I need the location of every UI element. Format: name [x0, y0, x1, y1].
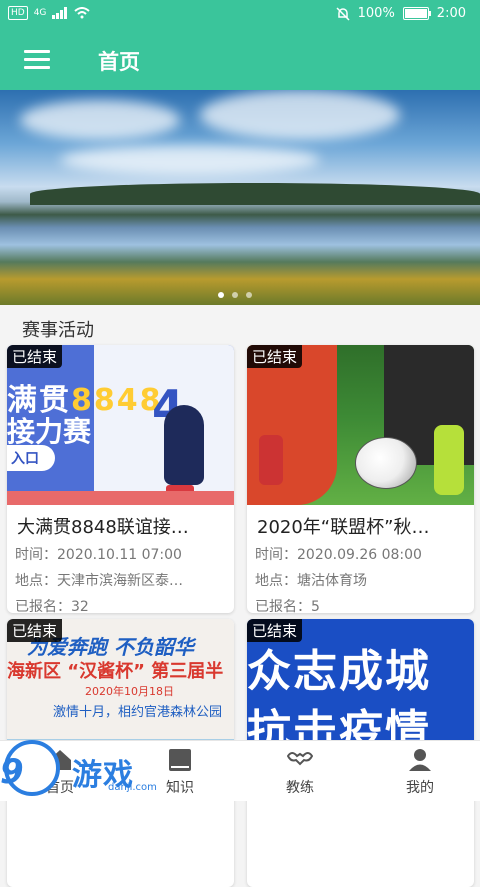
mute-bell-icon [336, 6, 350, 21]
hamburger-menu-icon[interactable] [24, 50, 50, 70]
poster-line: 激情十月，相约官港森林公园 [53, 705, 223, 720]
carousel-dot[interactable] [218, 292, 224, 298]
clock: 2:00 [436, 6, 466, 21]
status-bar: HD 4G 100% 2:00 [0, 0, 480, 30]
event-poster: 已结束 [247, 345, 474, 505]
poster-line: 众志成城 [247, 646, 431, 697]
tab-coach[interactable]: 教练 [240, 741, 360, 801]
status-badge: 已结束 [7, 619, 63, 642]
battery-icon [402, 7, 431, 20]
watermark-domain: danji.com [108, 782, 157, 793]
coach-icon [287, 752, 313, 766]
event-poster: 满贯8848 接力赛 入口 4 已结束 [7, 345, 234, 505]
event-name: 2020年“联盟杯”秋… [257, 517, 430, 538]
banner-hills [30, 183, 480, 205]
event-signup-count: 已报名：32 [15, 599, 89, 613]
watermark-logo: 9 游戏 danji.com [0, 740, 200, 800]
poster-line: 2020年10月18日 [85, 685, 174, 698]
watermark-digits: 9 [0, 752, 24, 792]
poster-line: 海新区 “汉酱杯” 第三届半 [7, 661, 224, 682]
event-signup-count: 已报名：5 [255, 599, 320, 613]
page-title: 首页 [98, 50, 140, 74]
tab-label: 我的 [406, 780, 434, 796]
battery-fill [404, 9, 427, 18]
carousel-dot[interactable] [246, 292, 252, 298]
event-place: 地点：天津市滨海新区泰… [15, 573, 183, 589]
status-badge: 已结束 [247, 345, 303, 368]
carousel-dot[interactable] [232, 292, 238, 298]
wifi-icon [74, 7, 91, 19]
event-card[interactable]: 已结束 2020年“联盟杯”秋… 时间：2020.09.26 08:00 地点：… [247, 345, 474, 613]
banner-carousel[interactable] [0, 90, 480, 305]
signal-icon [52, 7, 68, 19]
event-name: 大满贯8848联谊接… [17, 517, 189, 538]
event-time: 时间：2020.09.26 08:00 [255, 547, 422, 563]
app-bar: 首页 [0, 30, 480, 90]
poster-subtitle: 接力赛 [7, 415, 92, 448]
status-badge: 已结束 [247, 619, 303, 642]
event-card[interactable]: 满贯8848 接力赛 入口 4 已结束 大满贯8848联谊接… 时间：2020.… [7, 345, 234, 613]
poster-entry-button: 入口 [7, 445, 55, 471]
event-place: 地点：塘沽体育场 [255, 573, 367, 589]
status-badge: 已结束 [7, 345, 63, 368]
carousel-indicator [218, 292, 252, 298]
tab-label: 教练 [286, 780, 314, 796]
soccer-ball [355, 437, 417, 489]
runner-figure [164, 405, 204, 485]
battery-percent: 100% [357, 6, 395, 21]
event-time: 时间：2020.10.11 07:00 [15, 547, 182, 563]
user-icon [409, 749, 431, 771]
section-title: 赛事活动 [22, 320, 94, 341]
network-type: 4G [33, 8, 47, 18]
tab-mine[interactable]: 我的 [360, 741, 480, 801]
hd-icon: HD [8, 6, 28, 20]
